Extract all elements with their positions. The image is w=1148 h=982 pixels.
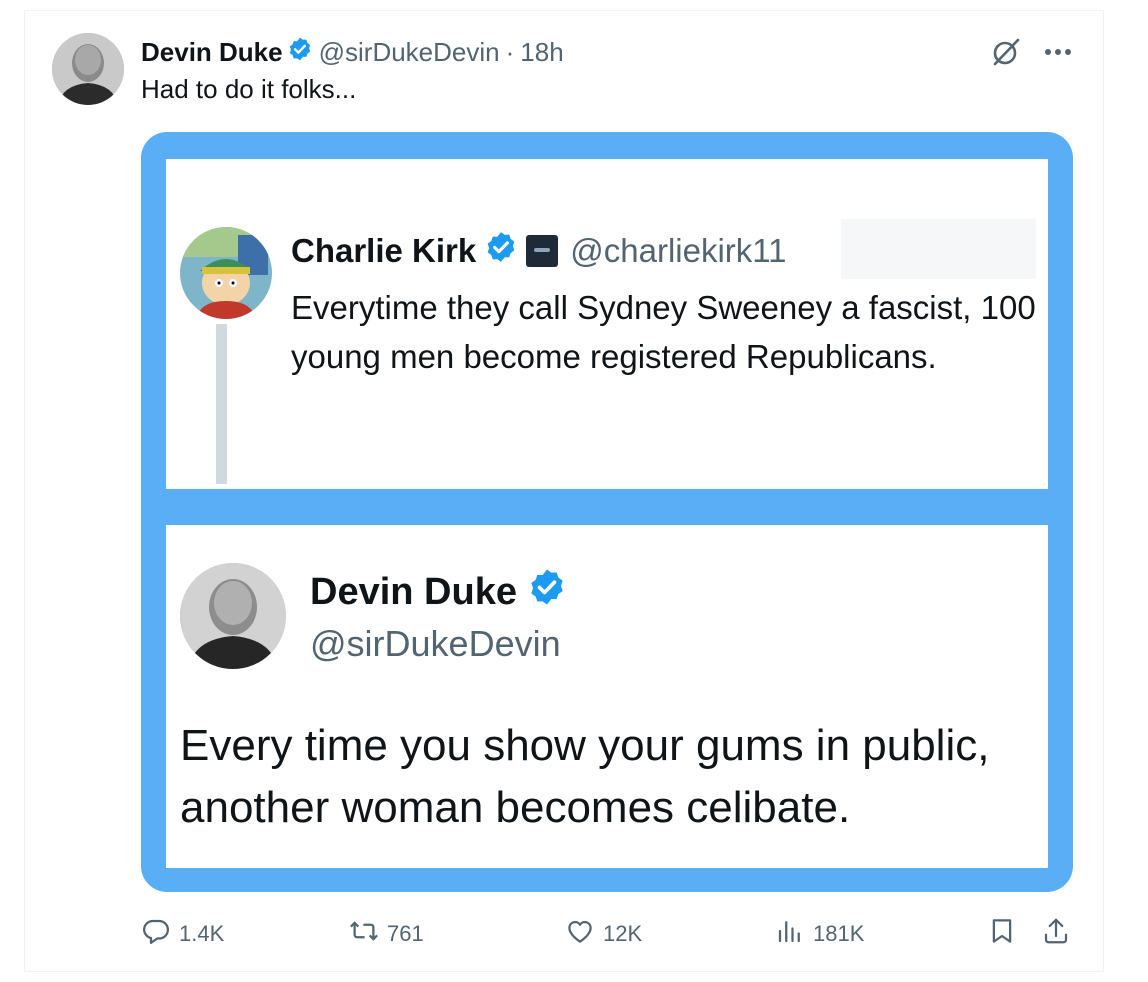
reply-author-avatar bbox=[180, 563, 286, 669]
author-handle[interactable]: @sirDukeDevin bbox=[319, 37, 500, 68]
repost-button[interactable]: 761 bbox=[349, 916, 424, 952]
quoted-tweet-header: Charlie Kirk @charliekirk11 bbox=[291, 229, 787, 273]
tweet-action-bar: 1.4K 761 12K 181K bbox=[141, 916, 1073, 952]
quoted-author-handle: @charliekirk11 bbox=[570, 232, 787, 269]
reply-count: 1.4K bbox=[179, 921, 225, 946]
tweet-media-image[interactable]: Charlie Kirk @charliekirk11 Everytime th… bbox=[141, 132, 1073, 892]
bookmark-button[interactable] bbox=[987, 916, 1017, 952]
like-icon bbox=[565, 916, 595, 952]
thread-line bbox=[216, 324, 227, 484]
like-count: 12K bbox=[603, 921, 643, 946]
grok-icon[interactable] bbox=[990, 36, 1022, 68]
more-icon[interactable] bbox=[1044, 47, 1072, 57]
verified-badge-icon bbox=[527, 567, 567, 617]
reply-tweet-text: Every time you show your gums in public,… bbox=[180, 721, 990, 832]
views-count: 181K bbox=[813, 921, 865, 946]
reply-icon bbox=[141, 916, 171, 952]
share-icon bbox=[1041, 916, 1071, 952]
views-icon bbox=[775, 916, 805, 952]
author-name[interactable]: Devin Duke bbox=[141, 37, 283, 68]
share-button[interactable] bbox=[1041, 916, 1071, 952]
reply-button[interactable]: 1.4K bbox=[141, 916, 224, 952]
quoted-tweet-panel: Charlie Kirk @charliekirk11 Everytime th… bbox=[166, 159, 1048, 489]
verified-badge-icon bbox=[287, 36, 313, 69]
quoted-author-name: Charlie Kirk bbox=[291, 232, 477, 269]
reply-author-handle: @sirDukeDevin bbox=[310, 623, 561, 664]
affiliate-badge-icon bbox=[526, 235, 559, 267]
tweet-timestamp[interactable]: 18h bbox=[520, 37, 563, 68]
quoted-author-avatar bbox=[180, 227, 272, 319]
verified-badge-icon bbox=[484, 230, 518, 272]
reply-author-name-row: Devin Duke bbox=[310, 569, 567, 615]
views-button[interactable]: 181K bbox=[775, 916, 864, 952]
reply-tweet-panel: Devin Duke @sirDukeDevin Every time you … bbox=[166, 525, 1048, 868]
bookmark-icon bbox=[987, 916, 1017, 952]
quoted-tweet-text: Everytime they call Sydney Sweeney a fas… bbox=[291, 289, 1036, 375]
tweet-text: Had to do it folks... bbox=[141, 74, 357, 104]
header-separator: · bbox=[505, 36, 515, 67]
author-avatar[interactable] bbox=[52, 33, 124, 105]
tweet-top-actions bbox=[990, 36, 1072, 68]
reply-author-name: Devin Duke bbox=[310, 570, 517, 613]
repost-count: 761 bbox=[387, 921, 424, 946]
like-button[interactable]: 12K bbox=[565, 916, 642, 952]
tweet-header: Devin Duke @sirDukeDevin · 18h bbox=[141, 34, 564, 70]
redacted-area bbox=[841, 219, 1036, 279]
repost-icon bbox=[349, 916, 379, 952]
